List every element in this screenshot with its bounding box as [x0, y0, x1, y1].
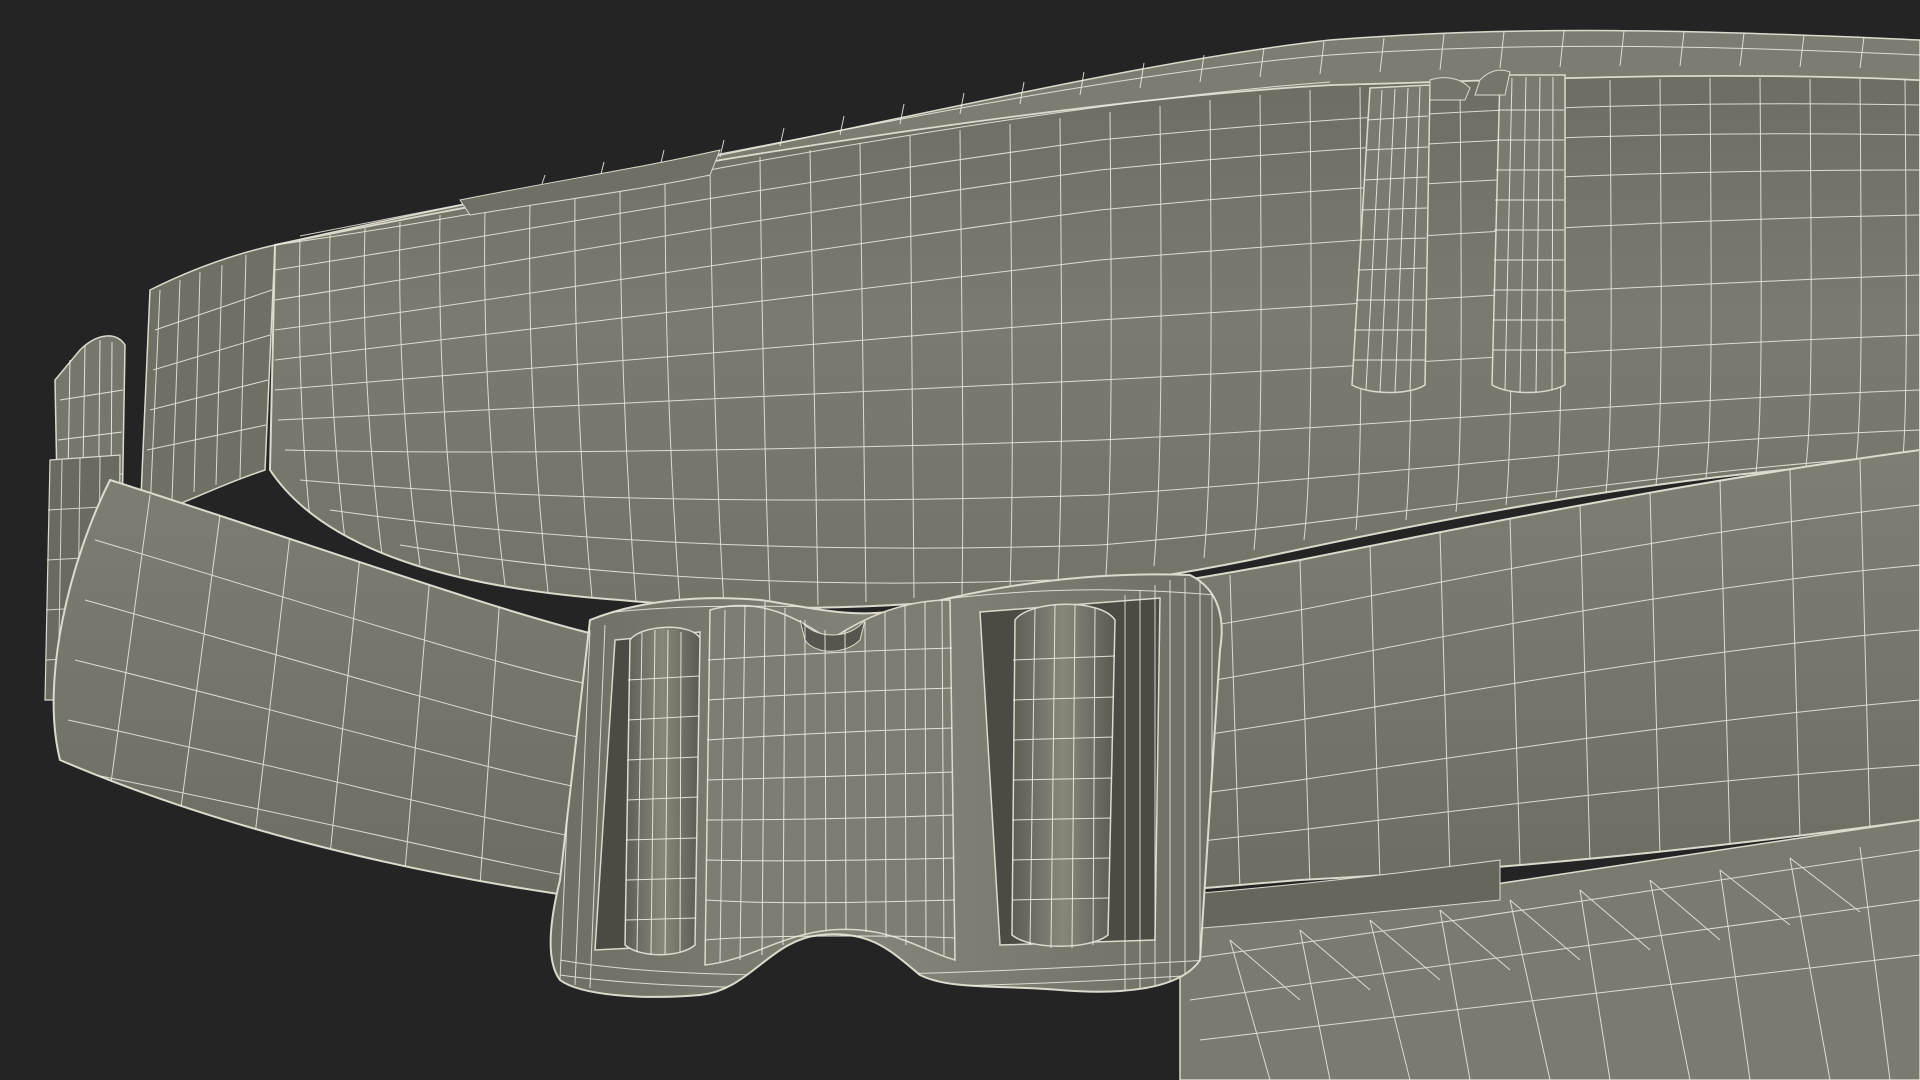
render-viewport [0, 0, 1920, 1080]
wireframe-render [0, 0, 1920, 1080]
buckle-center-tongue [704, 599, 956, 966]
buckle-roller-right [1011, 603, 1116, 949]
waist-buckle [549, 573, 1223, 998]
buckle-roller-left [624, 626, 701, 956]
